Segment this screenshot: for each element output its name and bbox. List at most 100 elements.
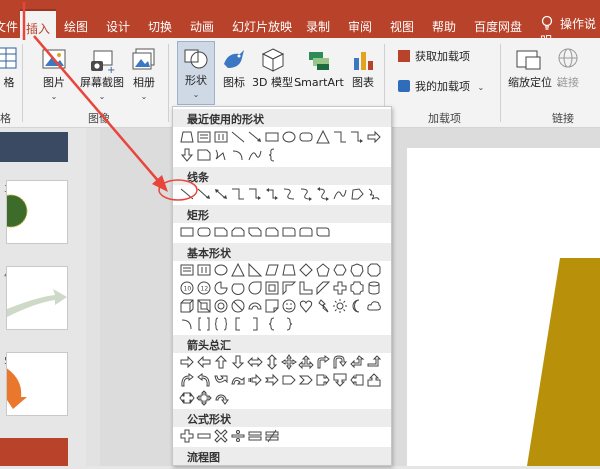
chart-button[interactable]: 图表 (348, 46, 378, 90)
double-bracket-icon[interactable] (196, 316, 212, 332)
u-turn-arrow-icon[interactable] (332, 354, 348, 370)
parallelogram-icon[interactable] (264, 262, 280, 278)
heart-icon[interactable] (298, 298, 314, 314)
bevel-icon[interactable] (196, 298, 212, 314)
right-triangle-icon[interactable] (247, 262, 263, 278)
textbox-icon[interactable] (179, 262, 195, 278)
textbox-icon[interactable] (196, 129, 212, 145)
left-up-arrow-icon[interactable] (349, 354, 365, 370)
donut-icon[interactable] (213, 298, 229, 314)
notched-right-arrow-icon[interactable] (264, 372, 280, 388)
tab-record[interactable]: 录制 (306, 18, 330, 35)
snip-diagonal-rectangle-icon[interactable] (247, 224, 263, 240)
triangle-icon[interactable] (315, 129, 331, 145)
round-single-corner-rectangle-icon[interactable] (281, 224, 297, 240)
folded-corner-icon[interactable] (264, 298, 280, 314)
l-shape-icon[interactable] (298, 280, 314, 296)
screenshot-button[interactable]: + 屏幕截图 ⌄ (78, 46, 126, 104)
elbow-connector-icon[interactable] (230, 186, 246, 202)
block-arc-icon[interactable] (247, 298, 263, 314)
tab-draw[interactable]: 绘图 (64, 18, 88, 35)
left-right-arrow-callout-icon[interactable] (179, 390, 195, 406)
get-addins-button[interactable]: 获取加载项 (398, 50, 470, 64)
table-button[interactable]: 格 (0, 46, 18, 90)
curved-arrow-connector-icon[interactable] (298, 186, 314, 202)
elbow-arrow-connector-icon[interactable] (247, 186, 263, 202)
oval-icon[interactable] (213, 262, 229, 278)
octagon-icon[interactable] (366, 262, 382, 278)
snip-single-corner-rectangle-icon[interactable] (213, 224, 229, 240)
curved-left-arrow-icon[interactable] (196, 372, 212, 388)
no-symbol-icon[interactable] (230, 298, 246, 314)
pictures-button[interactable]: 图片 ⌄ (40, 46, 68, 104)
elbow-connector-icon[interactable] (332, 129, 348, 145)
slide-thumbnail-5[interactable] (5, 352, 68, 416)
left-right-arrow-icon[interactable] (247, 354, 263, 370)
decagon-icon[interactable]: 10 (179, 280, 195, 296)
not-equal-icon[interactable] (264, 428, 280, 444)
diagonal-stripe-icon[interactable] (315, 280, 331, 296)
arc-icon[interactable] (230, 147, 246, 163)
elbow-double-arrow-connector-icon[interactable] (264, 186, 280, 202)
double-arrow-line-icon[interactable] (213, 186, 229, 202)
smartart-button[interactable]: SmartArt (293, 46, 345, 90)
division-icon[interactable] (230, 428, 246, 444)
freeform-shape-icon[interactable] (349, 186, 365, 202)
down-arrow-icon[interactable] (230, 354, 246, 370)
vertical-textbox-icon[interactable] (213, 129, 229, 145)
tab-view[interactable]: 视图 (390, 18, 414, 35)
teardrop-icon[interactable] (247, 280, 263, 296)
right-arrow-callout-icon[interactable] (315, 372, 331, 388)
rectangle-icon[interactable] (264, 129, 280, 145)
tab-review[interactable]: 审阅 (348, 18, 372, 35)
heptagon-icon[interactable] (349, 262, 365, 278)
tab-animations[interactable]: 动画 (190, 18, 214, 35)
current-slide[interactable] (407, 148, 600, 466)
line-icon[interactable] (179, 186, 195, 202)
photo-album-button[interactable]: 相册 ⌄ (130, 46, 158, 104)
arrow-line-icon[interactable] (247, 129, 263, 145)
plaque-icon[interactable] (349, 280, 365, 296)
down-arrow-icon[interactable] (179, 147, 195, 163)
snip-round-rectangle-icon[interactable] (264, 224, 280, 240)
moon-icon[interactable] (349, 298, 365, 314)
arc-icon[interactable] (179, 316, 195, 332)
pie-icon[interactable] (213, 280, 229, 296)
freeform-icon[interactable] (213, 147, 229, 163)
sun-icon[interactable] (332, 298, 348, 314)
left-arrow-icon[interactable] (196, 354, 212, 370)
up-down-arrow-icon[interactable] (264, 354, 280, 370)
quad-arrow-callout-icon[interactable] (196, 390, 212, 406)
trapezoid-icon[interactable] (179, 129, 195, 145)
multiply-icon[interactable] (213, 428, 229, 444)
tab-baidu-netdisk[interactable]: 百度网盘 (474, 18, 522, 35)
shapes-button[interactable]: 形状 ⌄ (177, 41, 215, 105)
left-right-up-arrow-icon[interactable] (298, 354, 314, 370)
cross-icon[interactable] (332, 280, 348, 296)
snip-same-side-rectangle-icon[interactable] (230, 224, 246, 240)
zoom-button[interactable]: 缩放定位 ⌄ (508, 46, 562, 91)
bent-arrow-icon[interactable] (315, 354, 331, 370)
circular-arrow-icon[interactable] (213, 390, 229, 406)
3d-models-button[interactable]: 3D 模型 ⌄ (252, 46, 303, 91)
minus-icon[interactable] (196, 428, 212, 444)
double-brace-icon[interactable] (213, 316, 229, 332)
icons-button[interactable]: 图标 (219, 46, 249, 90)
curved-connector-icon[interactable] (281, 186, 297, 202)
can-icon[interactable] (366, 280, 382, 296)
oval-icon[interactable] (281, 129, 297, 145)
elbow-arrow-connector-icon[interactable] (349, 129, 365, 145)
slide-thumbnail-6[interactable] (0, 438, 68, 466)
right-brace-icon[interactable] (281, 316, 297, 332)
scribble-icon[interactable] (366, 186, 382, 202)
left-arrow-callout-icon[interactable] (349, 372, 365, 388)
triangle-icon[interactable] (230, 262, 246, 278)
round-diagonal-rectangle-icon[interactable] (315, 224, 331, 240)
lightning-bolt-icon[interactable] (315, 298, 331, 314)
my-addins-button[interactable]: 我的加载项 ⌄ (398, 80, 484, 95)
quad-arrow-icon[interactable] (281, 354, 297, 370)
up-arrow-icon[interactable] (213, 354, 229, 370)
right-bracket-icon[interactable] (247, 316, 263, 332)
chord-icon[interactable] (230, 280, 246, 296)
thumbnail-scrollbar[interactable] (86, 128, 100, 466)
